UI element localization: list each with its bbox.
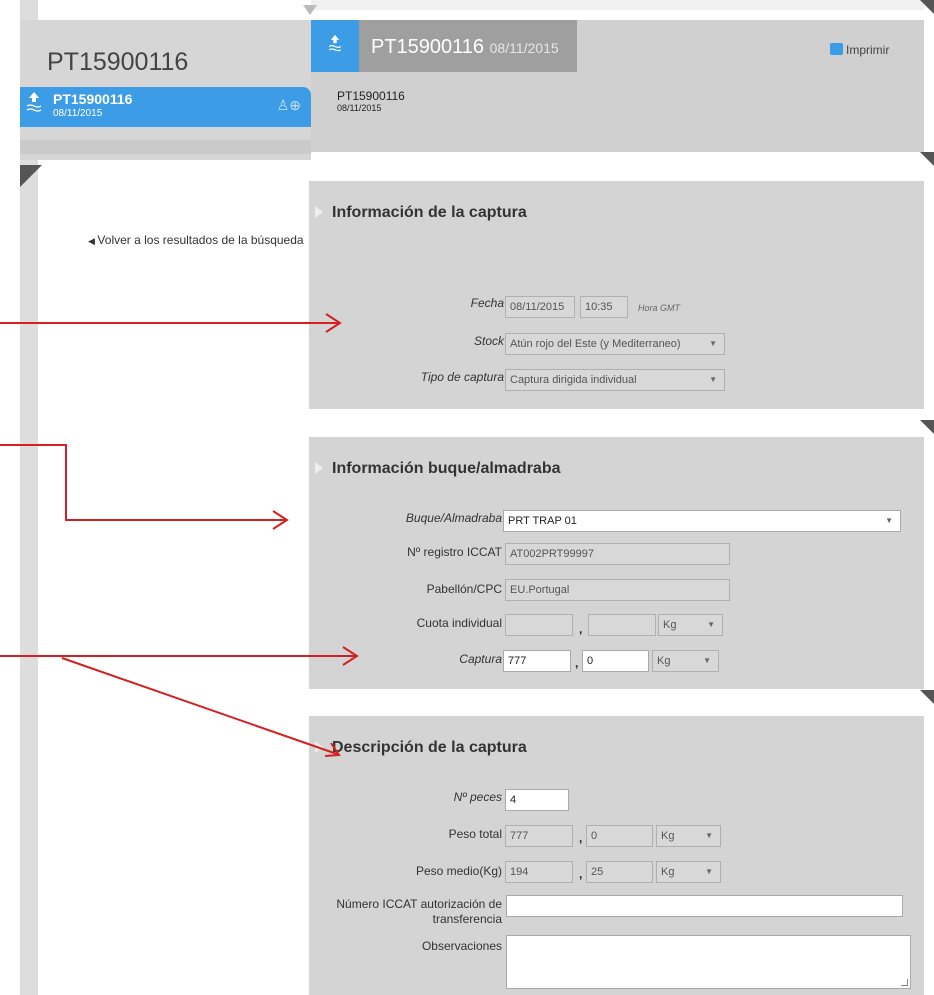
annotation-arrows [0,313,359,757]
